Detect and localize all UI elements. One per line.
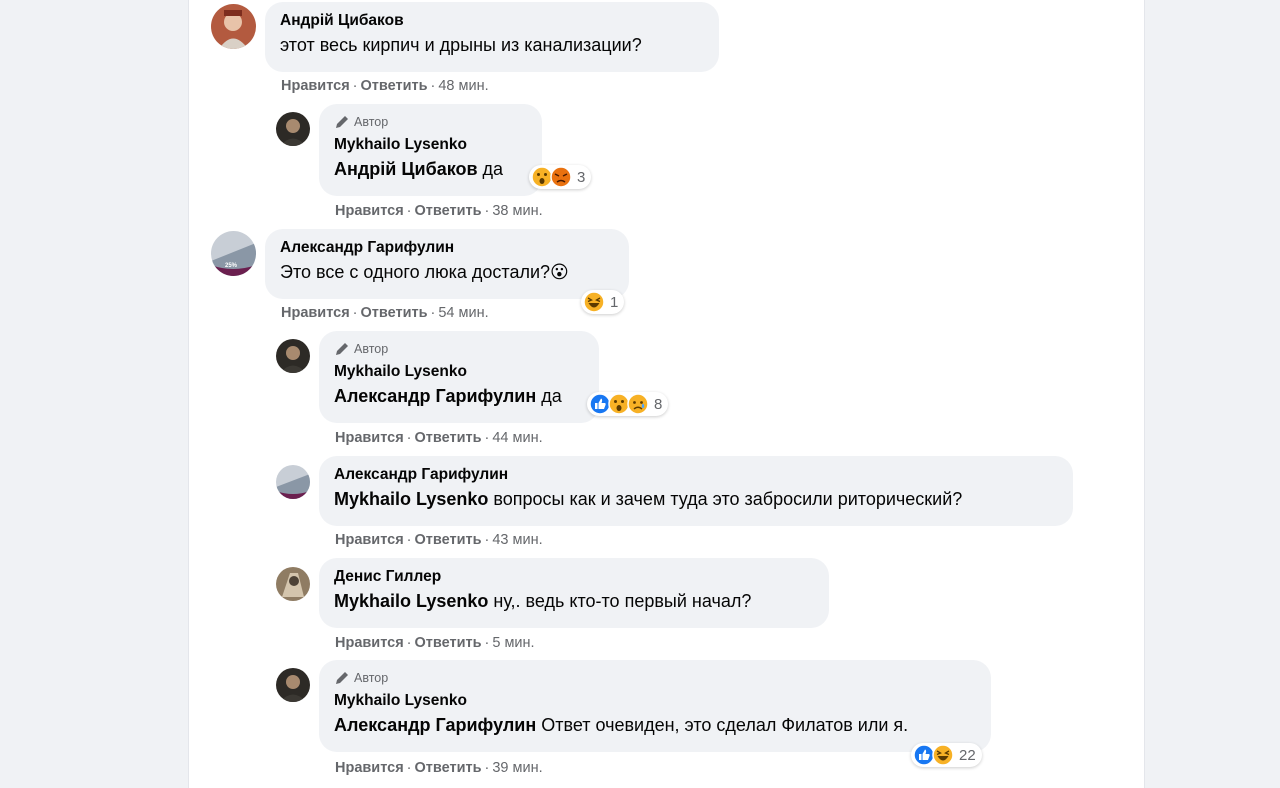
reply-button[interactable]: Ответить [361, 78, 428, 94]
avatar-denis[interactable] [276, 567, 310, 601]
comment-author[interactable]: Андрій Цибаков [280, 11, 707, 31]
comment-text: да [536, 386, 562, 406]
avatar-andrii[interactable] [211, 4, 256, 49]
reaction-count: 3 [577, 168, 586, 186]
reply-button[interactable]: Ответить [415, 635, 482, 651]
angry-icon [550, 166, 572, 188]
mention-link[interactable]: Mykhailo Lysenko [334, 591, 488, 611]
mention-link[interactable]: Mykhailo Lysenko [334, 489, 488, 509]
comment-author[interactable]: Mykhailo Lysenko [334, 691, 979, 711]
pen-icon [336, 343, 348, 355]
mention-link[interactable]: Андрій Цибаков [334, 159, 478, 179]
haha-icon [932, 744, 954, 766]
comment-bubble: Автор Mykhailo Lysenko Андрій Цибаков да [319, 104, 542, 196]
comment-text: этот весь кирпич и дрыны из канализации? [280, 35, 642, 55]
comment-text: Ответ очевиден, это сделал Филатов или я… [536, 715, 909, 735]
reply-button[interactable]: Ответить [415, 203, 482, 219]
reply-button[interactable]: Ответить [415, 430, 482, 446]
comment-time[interactable]: 43 мин. [492, 532, 542, 548]
reactions-summary[interactable]: 1 [581, 290, 625, 314]
sad-icon [627, 393, 649, 415]
comment-time[interactable]: 54 мин. [438, 305, 488, 321]
avatar-mykhailo[interactable] [276, 668, 310, 702]
comment-bubble: Автор Mykhailo Lysenko Александр Гарифул… [319, 331, 599, 423]
comment-actions: Нравится · Ответить · 38 мин. [335, 203, 543, 219]
pen-icon [336, 672, 348, 684]
comment-actions: Нравится · Ответить · 44 мин. [335, 430, 543, 446]
comment-bubble: Автор Mykhailo Lysenko Александр Гарифул… [319, 660, 991, 752]
comment-bubble: Александр Гарифулин Это все с одного люк… [265, 229, 629, 299]
comment-actions: Нравится · Ответить · 54 мин. [281, 305, 489, 321]
like-button[interactable]: Нравится [335, 430, 404, 446]
avatar-badge: 25% [225, 263, 238, 269]
pen-icon [336, 116, 348, 128]
reaction-count: 1 [610, 293, 619, 311]
like-button[interactable]: Нравится [335, 532, 404, 548]
reply-button[interactable]: Ответить [361, 305, 428, 321]
like-button[interactable]: Нравится [335, 760, 404, 776]
comment-text: вопросы как и зачем туда это забросили р… [488, 489, 963, 509]
haha-icon [583, 291, 605, 313]
mention-link[interactable]: Александр Гарифулин [334, 386, 536, 406]
comment-author[interactable]: Александр Гарифулин [280, 238, 617, 258]
comment-bubble: Денис Гиллер Mykhailo Lysenko ну,. ведь … [319, 558, 829, 628]
reaction-count: 22 [959, 746, 976, 764]
comment-author[interactable]: Mykhailo Lysenko [334, 362, 587, 382]
comment-actions: Нравится · Ответить · 5 мин. [335, 635, 535, 651]
comment-time[interactable]: 38 мин. [492, 203, 542, 219]
like-button[interactable]: Нравится [335, 635, 404, 651]
comment-actions: Нравится · Ответить · 43 мин. [335, 532, 543, 548]
comment-actions: Нравится · Ответить · 39 мин. [335, 760, 543, 776]
reaction-count: 8 [654, 395, 663, 413]
like-button[interactable]: Нравится [335, 203, 404, 219]
comment-author[interactable]: Mykhailo Lysenko [334, 135, 530, 155]
comment-text: ну,. ведь кто-то первый начал? [488, 591, 752, 611]
comment-text: да [477, 159, 504, 179]
mention-link[interactable]: Александр Гарифулин [334, 715, 536, 735]
reactions-summary[interactable]: 22 [911, 743, 982, 767]
comment-author[interactable]: Александр Гарифулин [334, 465, 1061, 485]
avatar-mykhailo[interactable] [276, 339, 310, 373]
like-button[interactable]: Нравится [281, 305, 350, 321]
reply-button[interactable]: Ответить [415, 760, 482, 776]
comments-panel: Андрій Цибаков этот весь кирпич и дрыны … [188, 0, 1145, 788]
comment-author[interactable]: Денис Гиллер [334, 567, 817, 587]
author-badge: Автор [334, 113, 530, 131]
comment-time[interactable]: 5 мин. [492, 635, 534, 651]
comment-time[interactable]: 48 мин. [438, 78, 488, 94]
comment-bubble: Александр Гарифулин Mykhailo Lysenko воп… [319, 456, 1073, 526]
reactions-summary[interactable]: 8 [587, 392, 669, 416]
like-button[interactable]: Нравится [281, 78, 350, 94]
reply-button[interactable]: Ответить [415, 532, 482, 548]
avatar-aleksandr[interactable] [211, 231, 256, 276]
avatar-aleksandr[interactable] [276, 465, 310, 499]
comment-time[interactable]: 39 мин. [492, 760, 542, 776]
comment-bubble: Андрій Цибаков этот весь кирпич и дрыны … [265, 2, 719, 72]
author-badge: Автор [334, 340, 587, 358]
comment-time[interactable]: 44 мин. [492, 430, 542, 446]
avatar-mykhailo[interactable] [276, 112, 310, 146]
reactions-summary[interactable]: 3 [529, 165, 592, 189]
author-badge: Автор [334, 669, 979, 687]
comment-actions: Нравится · Ответить · 48 мин. [281, 78, 489, 94]
comment-text: Это все с одного люка достали?😮 [280, 262, 569, 282]
